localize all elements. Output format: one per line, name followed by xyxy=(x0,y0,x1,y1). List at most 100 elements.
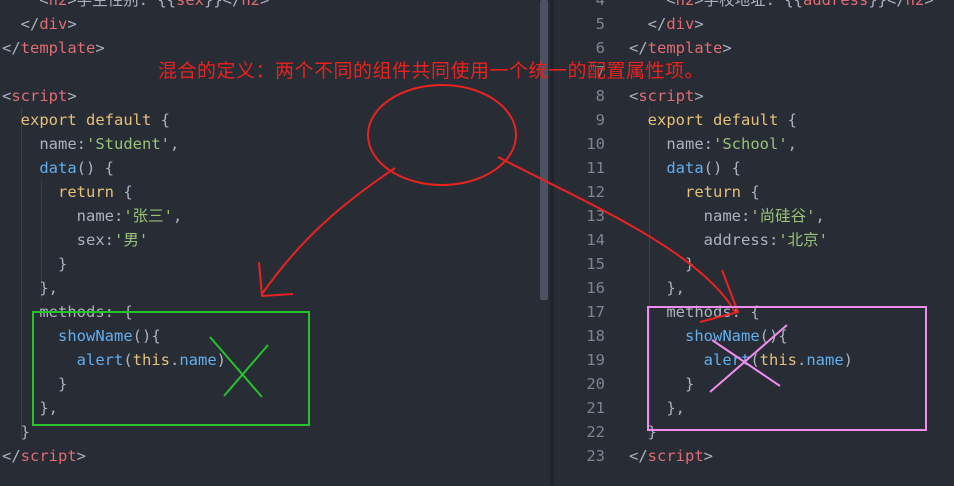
code-line[interactable]: 21 }, xyxy=(554,396,954,420)
code-token: export default xyxy=(629,111,788,129)
code-text: export default { xyxy=(629,108,797,132)
code-line[interactable]: methods: { xyxy=(0,300,550,324)
code-line[interactable]: 13 name:'尚硅谷', xyxy=(554,204,954,228)
code-line[interactable]: 8 <script> xyxy=(554,84,954,108)
code-token: name: xyxy=(2,135,86,153)
line-number: 13 xyxy=(586,207,605,225)
code-line[interactable]: } xyxy=(0,252,550,276)
code-line[interactable]: 18 showName(){ xyxy=(554,324,954,348)
code-token: > xyxy=(722,39,732,57)
code-token: </ xyxy=(629,39,648,57)
code-line[interactable]: data() { xyxy=(0,156,550,180)
code-token: >学生性别: {{ xyxy=(67,0,177,9)
code-token: name: xyxy=(629,135,713,153)
code-line[interactable]: sex:'男' xyxy=(0,228,550,252)
code-token: alert xyxy=(629,351,751,369)
code-token: '张三' xyxy=(123,207,173,225)
line-number: 12 xyxy=(586,183,605,201)
code-line[interactable]: return { xyxy=(0,180,550,204)
code-token: h2 xyxy=(905,0,925,9)
code-token: return xyxy=(2,183,124,201)
code-line[interactable]: 4 <h2>学校地址: {{address}}</h2> xyxy=(554,0,954,12)
code-text: showName(){ xyxy=(629,324,788,348)
code-token: name: xyxy=(629,207,751,225)
code-line[interactable]: </script> xyxy=(0,444,550,468)
code-line[interactable]: 9 export default { xyxy=(554,108,954,132)
code-line[interactable]: 15 } xyxy=(554,252,954,276)
code-text: </div> xyxy=(2,12,77,36)
left-scrollbar[interactable] xyxy=(540,0,548,300)
code-text: } xyxy=(2,420,30,444)
code-line[interactable]: export default { xyxy=(0,108,550,132)
code-token: name xyxy=(806,351,844,369)
code-text: data() { xyxy=(2,156,114,180)
code-token: </ xyxy=(2,447,21,465)
code-token: { xyxy=(123,183,133,201)
code-token: this xyxy=(132,351,170,369)
code-text: data() { xyxy=(629,156,741,180)
code-line[interactable]: name:'Student', xyxy=(0,132,550,156)
code-token: < xyxy=(629,87,639,105)
code-token: div xyxy=(666,15,695,33)
code-line[interactable]: }, xyxy=(0,276,550,300)
line-number: 4 xyxy=(595,0,605,9)
code-line[interactable]: 16 }, xyxy=(554,276,954,300)
code-text: <script> xyxy=(629,84,704,108)
code-line[interactable]: 19 alert(this.name) xyxy=(554,348,954,372)
code-line[interactable]: <script> xyxy=(0,84,550,108)
line-number: 9 xyxy=(595,111,605,129)
code-text: return { xyxy=(629,180,760,204)
line-number: 20 xyxy=(586,375,605,393)
line-number: 22 xyxy=(586,423,605,441)
code-token: } xyxy=(629,423,657,441)
code-line[interactable]: <h2>学生性别: {{sex}}</h2> xyxy=(0,0,550,12)
code-line[interactable]: }, xyxy=(0,396,550,420)
code-text: } xyxy=(2,372,67,396)
code-line[interactable]: } xyxy=(0,372,550,396)
code-line[interactable]: } xyxy=(0,420,550,444)
code-line[interactable]: alert(this.name) xyxy=(0,348,550,372)
code-token: > xyxy=(694,87,704,105)
code-token: div xyxy=(39,15,68,33)
code-token: , xyxy=(170,135,180,153)
code-line[interactable]: 10 name:'School', xyxy=(554,132,954,156)
code-token: data xyxy=(629,159,704,177)
code-token: > xyxy=(95,39,105,57)
code-token: script xyxy=(11,87,68,105)
code-line[interactable]: 14 address:'北京' xyxy=(554,228,954,252)
code-token: showName xyxy=(629,327,760,345)
code-token: } xyxy=(2,423,30,441)
code-token: > xyxy=(924,0,934,9)
code-token: > xyxy=(260,0,270,9)
line-number: 16 xyxy=(586,279,605,297)
code-token: h2 xyxy=(675,0,695,9)
code-line[interactable]: 11 data() { xyxy=(554,156,954,180)
code-line[interactable]: name:'张三', xyxy=(0,204,550,228)
code-token: this xyxy=(759,351,797,369)
code-token: </ xyxy=(629,15,667,33)
code-text: export default { xyxy=(2,108,170,132)
code-token: . xyxy=(797,351,807,369)
code-token: name: xyxy=(2,207,124,225)
code-line[interactable]: 12 return { xyxy=(554,180,954,204)
code-line[interactable]: 17 methods: { xyxy=(554,300,954,324)
code-text: name:'School', xyxy=(629,132,797,156)
code-line[interactable]: </div> xyxy=(0,12,550,36)
code-token: methods: { xyxy=(629,303,760,321)
code-token: > xyxy=(703,447,714,465)
code-line[interactable]: 22 } xyxy=(554,420,954,444)
code-token: }, xyxy=(629,279,685,297)
code-text: }, xyxy=(629,396,685,420)
code-line[interactable]: 23 </script> xyxy=(554,444,954,468)
code-text: } xyxy=(629,372,694,396)
line-number: 18 xyxy=(586,327,605,345)
code-text: } xyxy=(629,252,694,276)
code-line[interactable]: showName(){ xyxy=(0,324,550,348)
code-line[interactable]: 20 } xyxy=(554,372,954,396)
code-token: script xyxy=(20,447,77,465)
code-text: } xyxy=(629,420,657,444)
line-number: 8 xyxy=(595,87,605,105)
line-number: 11 xyxy=(586,159,605,177)
code-token: ) xyxy=(216,351,227,369)
code-line[interactable]: 5 </div> xyxy=(554,12,954,36)
